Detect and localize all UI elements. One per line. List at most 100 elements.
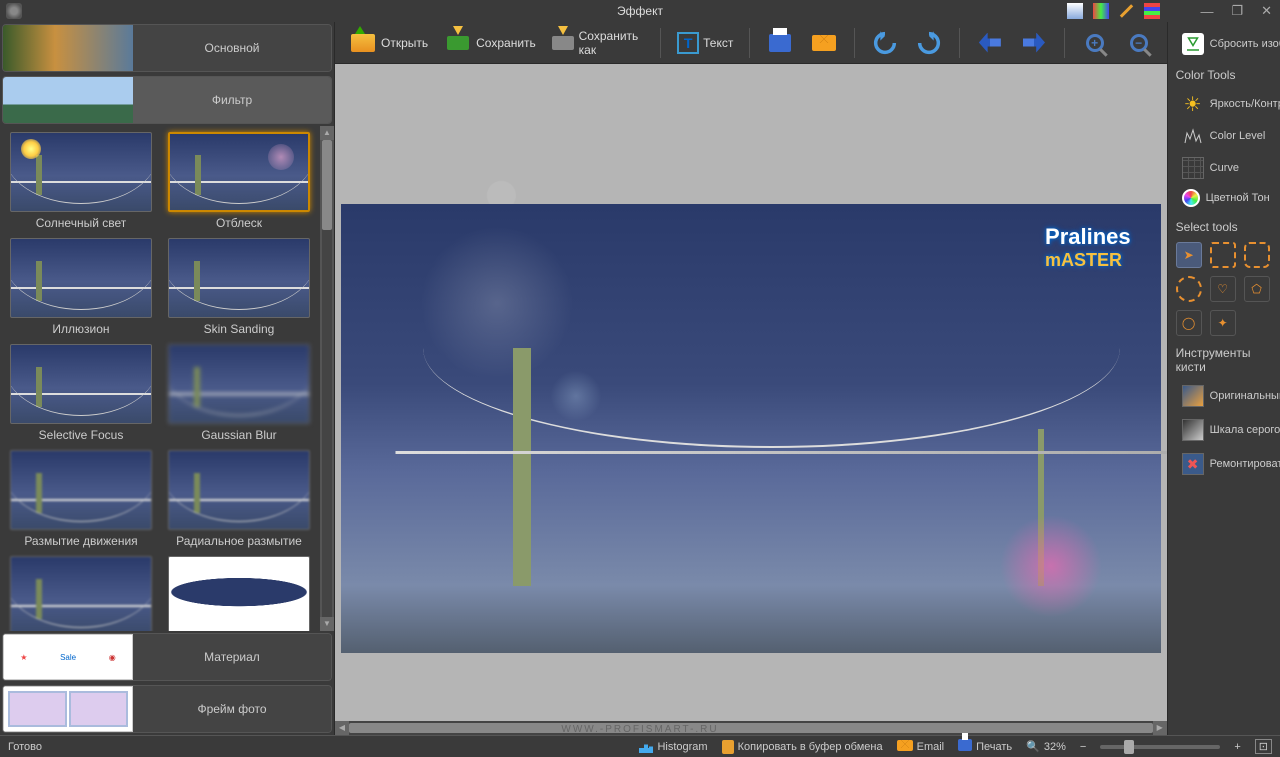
status-zoom[interactable]: 🔍32%: [1026, 740, 1066, 753]
scroll-down-arrow[interactable]: ▼: [320, 617, 334, 631]
filter-label: Отблеск: [216, 216, 262, 230]
status-print[interactable]: Печать: [958, 739, 1012, 754]
reset-image-button[interactable]: Сбросить изображ...: [1176, 30, 1280, 58]
scroll-thumb[interactable]: [322, 140, 332, 230]
scroll-right-arrow[interactable]: ▶: [1153, 721, 1167, 735]
grid-icon[interactable]: [1144, 3, 1160, 19]
zoom-in-icon: +: [1081, 29, 1109, 57]
filter-item[interactable]: Солнечный свет: [10, 132, 152, 230]
brush-repair[interactable]: ✖Ремонтировать: [1176, 450, 1280, 478]
zoom-slider[interactable]: [1100, 745, 1220, 749]
select-tools-heading: Select tools: [1176, 220, 1272, 234]
heart-select-tool[interactable]: ♡: [1210, 276, 1236, 302]
tab-filter[interactable]: Фильтр: [2, 76, 332, 124]
filter-thumb: [10, 132, 152, 212]
zoom-out-button[interactable]: −: [1119, 27, 1159, 59]
filter-item[interactable]: Gaussian Blur: [168, 344, 310, 442]
undo-button[interactable]: [865, 27, 905, 59]
brush-original[interactable]: Оригинальный: [1176, 382, 1280, 410]
filter-scrollbar[interactable]: ▲ ▼: [320, 126, 334, 631]
color-level-button[interactable]: Color Level: [1176, 122, 1280, 150]
zoom-minus[interactable]: −: [1080, 741, 1086, 753]
maximize-button[interactable]: ❐: [1231, 3, 1243, 19]
palette1-icon[interactable]: [1067, 3, 1083, 19]
filter-item[interactable]: Размытие движения: [10, 450, 152, 548]
color-tools-heading: Color Tools: [1176, 68, 1272, 82]
save-button[interactable]: Сохранить: [438, 27, 542, 59]
wand-tool[interactable]: ✦: [1210, 310, 1236, 336]
color-wheel-icon: [1182, 189, 1200, 207]
printer-icon: [766, 29, 794, 57]
histogram-icon: [639, 741, 653, 753]
filter-label: Размытие движения: [24, 534, 137, 548]
brush-grayscale[interactable]: Шкала серого: [1176, 416, 1280, 444]
print-button[interactable]: [760, 27, 800, 59]
text-button[interactable]: T Текст: [671, 30, 739, 56]
mail-icon: [810, 29, 838, 57]
zoom-fit[interactable]: ⊡: [1255, 739, 1272, 754]
zoom-plus[interactable]: +: [1234, 741, 1240, 753]
filter-item[interactable]: Отблеск: [168, 132, 310, 230]
filter-item[interactable]: Зум размытия: [10, 556, 152, 631]
filter-item[interactable]: Selective Focus: [10, 344, 152, 442]
save-icon: [444, 29, 472, 57]
filter-item[interactable]: Иллюзион: [10, 238, 152, 336]
rounded-select-tool[interactable]: [1244, 242, 1270, 268]
brush-gray-icon: [1182, 419, 1204, 441]
color-tone-button[interactable]: Цветной Тон: [1176, 186, 1280, 210]
zoom-out-icon: −: [1125, 29, 1153, 57]
filter-thumb: [168, 450, 310, 530]
filter-thumb: [10, 450, 152, 530]
brightness-button[interactable]: ☀Яркость/Контрастн...: [1176, 90, 1280, 118]
curve-button[interactable]: Curve: [1176, 154, 1280, 182]
flip-h-button[interactable]: [970, 27, 1010, 59]
horizontal-scrollbar[interactable]: ◀ ▶: [335, 721, 1167, 735]
email-button[interactable]: [804, 27, 844, 59]
h-scroll-thumb[interactable]: [349, 723, 1153, 733]
pointer-tool[interactable]: ➤: [1176, 242, 1202, 268]
tab-frame[interactable]: Фрейм фото: [2, 685, 332, 733]
pencil-icon[interactable]: [1120, 4, 1133, 17]
filter-label: Gaussian Blur: [201, 428, 276, 442]
tab-main-label: Основной: [133, 25, 331, 71]
filter-label: Радиальное размытие: [176, 534, 302, 548]
tab-main[interactable]: Основной: [2, 24, 332, 72]
printer-small-icon: [958, 739, 972, 754]
filter-item[interactable]: Радиальное размытие: [168, 450, 310, 548]
levels-icon: [1182, 125, 1204, 147]
curve-icon: [1182, 157, 1204, 179]
palette2-icon[interactable]: [1093, 3, 1109, 19]
close-button[interactable]: ✕: [1261, 3, 1272, 19]
window-controls: — ❐ ✕: [1200, 3, 1272, 19]
filter-item[interactable]: Лента: [168, 556, 310, 631]
tab-material[interactable]: ★Sale◉ Материал: [2, 633, 332, 681]
status-email[interactable]: Email: [897, 740, 945, 754]
open-button[interactable]: Открыть: [343, 27, 434, 59]
minimize-button[interactable]: —: [1200, 4, 1213, 19]
scroll-left-arrow[interactable]: ◀: [335, 721, 349, 735]
filter-label: Skin Sanding: [204, 322, 275, 336]
text-icon: T: [677, 32, 699, 54]
flip-v-button[interactable]: [1014, 27, 1054, 59]
tab-filter-label: Фильтр: [133, 77, 331, 123]
scroll-up-arrow[interactable]: ▲: [320, 126, 334, 140]
filter-label: Иллюзион: [52, 322, 109, 336]
rect-select-tool[interactable]: [1210, 242, 1236, 268]
filter-label: Солнечный свет: [36, 216, 127, 230]
filter-thumb: [168, 132, 310, 212]
redo-button[interactable]: [909, 27, 949, 59]
status-histogram[interactable]: Histogram: [639, 741, 707, 753]
zoom-in-button[interactable]: +: [1075, 27, 1115, 59]
filter-item[interactable]: Skin Sanding: [168, 238, 310, 336]
canvas[interactable]: Pralines mASTER: [335, 64, 1167, 721]
zoom-handle[interactable]: [1124, 740, 1134, 754]
polygon-select-tool[interactable]: ⬠: [1244, 276, 1270, 302]
clipboard-icon: [722, 740, 734, 754]
status-clipboard[interactable]: Копировать в буфер обмена: [722, 740, 883, 754]
left-panel: Основной Фильтр Солнечный свет Отблеск Илл…: [0, 22, 335, 735]
filter-thumb: [168, 238, 310, 318]
save-as-button[interactable]: Сохранить как: [546, 27, 651, 59]
ellipse-select-tool[interactable]: [1176, 276, 1202, 302]
brush-repair-icon: ✖: [1182, 453, 1204, 475]
lasso-tool[interactable]: ◯: [1176, 310, 1202, 336]
